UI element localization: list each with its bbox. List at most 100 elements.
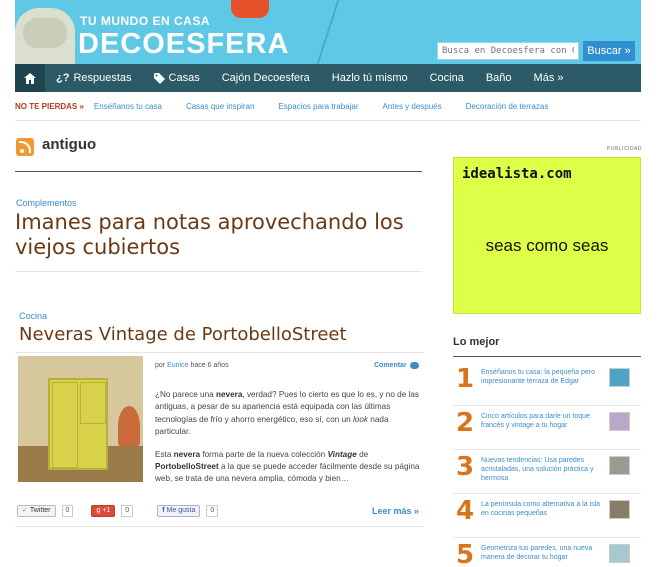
lamp-illustration (231, 0, 269, 18)
divider (15, 171, 422, 172)
post-title[interactable]: Imanes para notas aprovechando los viejo… (15, 210, 425, 260)
gplus-icon: g (96, 507, 101, 514)
home-icon (24, 72, 36, 84)
site-tagline: TU MUNDO EN CASA (80, 14, 210, 28)
best-thumbnail[interactable] (609, 456, 630, 475)
main-nav: ¿? Respuestas Casas Cajón Decoesfera Haz… (15, 64, 641, 92)
excerpt-text: ¿No parece una (155, 390, 216, 399)
best-item[interactable]: 1 Enséñanos tu casa: la pequeña pero imp… (453, 362, 641, 406)
subnav-label: NO TE PIERDAS » (15, 101, 84, 111)
sofa-illustration (15, 8, 75, 64)
nav-item-label: Baño (485, 72, 512, 84)
excerpt-paragraph: ¿No parece una nevera, verdad? Pues lo c… (155, 389, 425, 439)
best-item[interactable]: 3 Nuevas tendencias: Usa paredes acrista… (453, 450, 641, 494)
best-link[interactable]: Cinco artículos para darle un toque fran… (481, 412, 603, 430)
nav-item-label: Cocina (429, 72, 464, 84)
facebook-count: 0 (206, 505, 219, 517)
twitter-label: Twitter (29, 507, 51, 514)
divider (15, 352, 424, 353)
post-date: hace 6 años (190, 362, 229, 369)
question-icon: ¿? (56, 72, 70, 84)
facebook-label: Me gusta (166, 507, 196, 514)
subnav-link[interactable]: Casas que inspiran (186, 102, 254, 111)
excerpt-bold: nevera (216, 390, 243, 399)
twitter-button[interactable]: ✓ Twitter (17, 505, 56, 517)
search-input[interactable] (437, 42, 579, 60)
nav-item-bano[interactable]: Baño (475, 64, 523, 92)
best-thumbnail[interactable] (609, 412, 630, 431)
nav-item-label: Casas (168, 72, 200, 84)
search-button[interactable]: Buscar » (583, 41, 635, 61)
comment-bubble-icon (409, 362, 419, 369)
nav-item-label: Más » (533, 72, 564, 84)
twitter-icon: ✓ (22, 507, 28, 514)
comment-label: Comentar (374, 362, 407, 369)
post-title[interactable]: Neveras Vintage de PortobelloStreet (19, 324, 347, 345)
fridge-illustration (48, 378, 108, 470)
best-link[interactable]: Nuevas tendencias: Usa paredes acristala… (481, 456, 603, 483)
best-section-title: Lo mejor (453, 336, 500, 348)
nav-home[interactable] (15, 64, 45, 92)
divider (15, 120, 641, 121)
ad-brand: idealista.com (462, 166, 572, 182)
post-image[interactable] (18, 356, 143, 482)
subnav: NO TE PIERDAS » Enséñanos tu casa Casas … (15, 99, 641, 113)
excerpt-bold-italic: Vintage (327, 449, 357, 459)
flowers-illustration (118, 406, 140, 446)
nav-item-mas[interactable]: Más » (523, 64, 575, 92)
gplus-label: +1 (102, 507, 111, 514)
best-item[interactable]: 4 La península como alternativa a la isl… (453, 494, 641, 538)
subnav-link[interactable]: Antes y después (382, 102, 441, 111)
best-item[interactable]: 5 Geometriza tus paredes, una nueva mane… (453, 538, 641, 567)
site-logo[interactable]: DECOESFERA (78, 28, 289, 61)
best-thumbnail[interactable] (609, 500, 630, 519)
excerpt-paragraph: Esta nevera forma parte de la nueva cole… (155, 449, 425, 486)
facebook-icon: f (162, 507, 165, 514)
twitter-count: 0 (61, 505, 74, 517)
nav-item-cocina[interactable]: Cocina (419, 64, 475, 92)
ad-banner[interactable]: idealista.com seas como seas (453, 157, 641, 314)
comment-link[interactable]: Comentar (374, 362, 419, 369)
best-thumbnail[interactable] (609, 544, 630, 563)
post-author[interactable]: Eunice (167, 362, 188, 369)
best-thumbnail[interactable] (609, 368, 630, 387)
best-rank: 5 (456, 540, 475, 567)
excerpt-bold: nevera (173, 449, 201, 459)
best-rank: 3 (456, 452, 475, 482)
read-more-link[interactable]: Leer más » (372, 506, 419, 516)
facebook-like-button[interactable]: f Me gusta (157, 505, 201, 517)
ad-slogan: seas como seas (485, 236, 609, 255)
subnav-link[interactable]: Enséñanos tu casa (94, 102, 162, 111)
post-category[interactable]: Complementos (16, 198, 77, 208)
nav-item-label: Hazlo tú mismo (331, 72, 408, 84)
byline-prefix: por (155, 362, 166, 369)
best-rank: 4 (456, 496, 475, 526)
subnav-link[interactable]: Espacios para trabajar (278, 102, 358, 111)
nav-item-respuestas[interactable]: ¿? Respuestas (45, 64, 143, 92)
excerpt-bold: PortobelloStreet (155, 462, 219, 472)
lamp-cord (316, 0, 340, 64)
nav-item-cajon[interactable]: Cajón Decoesfera (211, 64, 321, 92)
page-title: antiguo (42, 136, 97, 153)
nav-item-label: Respuestas (73, 72, 132, 84)
subnav-link[interactable]: Decoración de terrazas (466, 102, 549, 111)
post-excerpt: ¿No parece una nevera, verdad? Pues lo c… (155, 389, 425, 496)
best-item[interactable]: 2 Cinco artículos para darle un toque fr… (453, 406, 641, 450)
post-byline: por Eunice hace 6 años (155, 362, 229, 369)
divider (453, 356, 641, 357)
site-header: TU MUNDO EN CASA DECOESFERA Buscar » (15, 0, 641, 64)
excerpt-text: forma parte de la nueva colección (200, 449, 328, 459)
gplus-count: 0 (121, 505, 134, 517)
best-link[interactable]: La península como alternativa a la isla … (481, 500, 603, 518)
nav-item-hazlo[interactable]: Hazlo tú mismo (321, 64, 419, 92)
rss-icon[interactable] (16, 138, 34, 156)
excerpt-text: de (356, 449, 369, 459)
tag-icon (153, 72, 165, 84)
divider (15, 526, 424, 527)
gplus-button[interactable]: g +1 (91, 505, 116, 517)
post-category[interactable]: Cocina (19, 311, 47, 321)
best-link[interactable]: Geometriza tus paredes, una nueva manera… (481, 544, 603, 562)
divider (15, 271, 422, 272)
best-link[interactable]: Enséñanos tu casa: la pequeña pero impre… (481, 368, 603, 386)
nav-item-casas[interactable]: Casas (143, 64, 211, 92)
